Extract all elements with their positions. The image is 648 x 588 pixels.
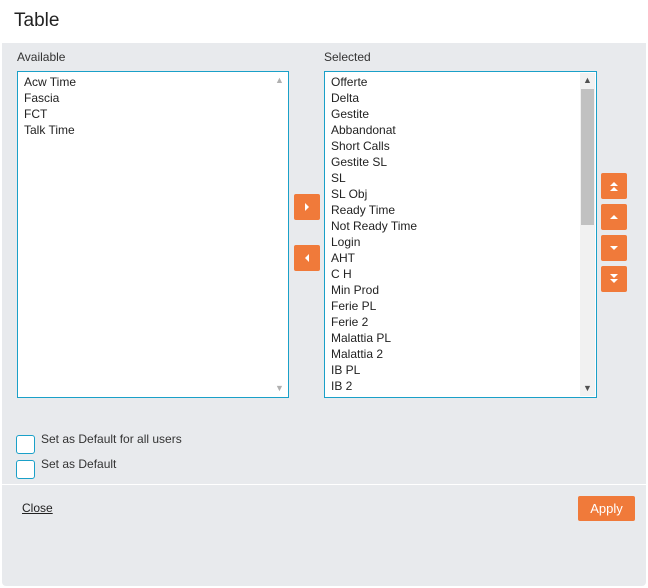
- dialog-header: Table: [0, 0, 648, 43]
- caret-up-icon: [610, 215, 618, 219]
- list-item[interactable]: AHT: [331, 250, 578, 266]
- list-item[interactable]: Malattia PL: [331, 330, 578, 346]
- list-item[interactable]: Min Prod: [331, 282, 578, 298]
- list-item[interactable]: Fascia: [24, 90, 270, 106]
- list-item[interactable]: Delta: [331, 90, 578, 106]
- default-all-users-checkbox[interactable]: [16, 434, 35, 454]
- list-item[interactable]: Talk Time: [24, 122, 270, 138]
- footer-divider: [2, 484, 646, 485]
- list-item[interactable]: IB 2: [331, 378, 578, 394]
- caret-left-icon: [305, 254, 309, 262]
- default-checkbox[interactable]: [16, 459, 35, 479]
- default-label: Set as Default: [41, 457, 117, 471]
- dialog-body: Available Selected Acw Time Fascia FCT T…: [2, 43, 646, 586]
- available-items: Acw Time Fascia FCT Talk Time: [24, 74, 270, 395]
- default-option[interactable]: Set as Default: [16, 457, 117, 479]
- list-item[interactable]: Ferie 2: [331, 314, 578, 330]
- selected-label: Selected: [324, 50, 371, 64]
- list-item[interactable]: Ferie PL: [331, 298, 578, 314]
- list-item[interactable]: Acw Time: [24, 74, 270, 90]
- list-item[interactable]: Short Calls: [331, 138, 578, 154]
- scroll-up-icon[interactable]: ▲: [580, 73, 595, 88]
- scroll-down-icon[interactable]: ▼: [272, 381, 287, 396]
- dialog-title: Table: [14, 10, 60, 31]
- scroll-down-icon[interactable]: ▼: [580, 381, 595, 396]
- available-list[interactable]: Acw Time Fascia FCT Talk Time ▲ ▼: [17, 71, 289, 398]
- list-item[interactable]: SL Obj: [331, 186, 578, 202]
- list-item[interactable]: Not Ready Time: [331, 218, 578, 234]
- selected-list[interactable]: Offerte Delta Gestite Abbandonat Short C…: [324, 71, 597, 398]
- move-up-button[interactable]: [601, 204, 627, 230]
- available-scrollbar[interactable]: ▲ ▼: [272, 73, 287, 396]
- move-top-button[interactable]: [601, 173, 627, 199]
- list-item[interactable]: Login: [331, 234, 578, 250]
- default-all-users-label: Set as Default for all users: [41, 432, 182, 446]
- list-item[interactable]: Gestite SL: [331, 154, 578, 170]
- list-item[interactable]: SL: [331, 170, 578, 186]
- list-item[interactable]: IB PL: [331, 362, 578, 378]
- move-right-button[interactable]: [294, 194, 320, 220]
- available-label: Available: [17, 50, 66, 64]
- move-down-button[interactable]: [601, 235, 627, 261]
- apply-button[interactable]: Apply: [578, 496, 635, 521]
- move-left-button[interactable]: [294, 245, 320, 271]
- double-caret-up-icon: [610, 182, 618, 191]
- table-dialog: Table Available Selected Acw Time Fascia…: [0, 0, 648, 588]
- list-item[interactable]: Gestite: [331, 106, 578, 122]
- list-item[interactable]: Malattia 2: [331, 346, 578, 362]
- caret-right-icon: [305, 203, 309, 211]
- default-all-users-option[interactable]: Set as Default for all users: [16, 432, 182, 454]
- scroll-thumb[interactable]: [581, 89, 594, 225]
- close-link[interactable]: Close: [22, 501, 53, 515]
- caret-down-icon: [610, 246, 618, 250]
- selected-items: Offerte Delta Gestite Abbandonat Short C…: [331, 74, 578, 395]
- list-item[interactable]: Offerte: [331, 74, 578, 90]
- selected-scrollbar[interactable]: ▲ ▼: [580, 73, 595, 396]
- list-item[interactable]: FCT: [24, 106, 270, 122]
- double-caret-down-icon: [610, 274, 618, 283]
- list-item[interactable]: Abbandonat: [331, 122, 578, 138]
- list-item[interactable]: Ready Time: [331, 202, 578, 218]
- list-item[interactable]: C H: [331, 266, 578, 282]
- scroll-up-icon[interactable]: ▲: [272, 73, 287, 88]
- move-bottom-button[interactable]: [601, 266, 627, 292]
